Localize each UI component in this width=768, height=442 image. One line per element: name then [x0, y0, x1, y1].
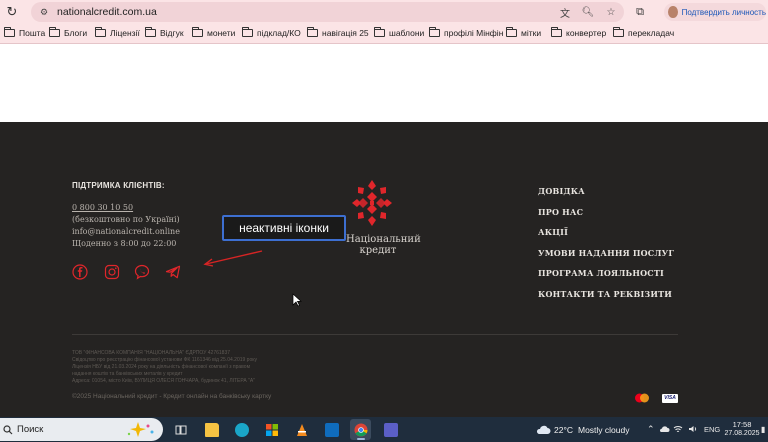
- footer-link-loyalty[interactable]: ПРОГРАМА ЛОЯЛЬНОСТІ: [538, 268, 664, 278]
- vlc-icon[interactable]: [291, 419, 312, 440]
- profile-label: Подтвердить личность: [681, 7, 766, 17]
- search-highlight-icon: [127, 422, 154, 437]
- translate-icon[interactable]: 文: [558, 5, 572, 20]
- footer-link-about[interactable]: ПРО НАС: [538, 207, 583, 217]
- chevron-up-icon[interactable]: ⌃: [647, 424, 655, 435]
- bookmark-item[interactable]: Пошта: [4, 27, 45, 38]
- legal-line: Ліцензія НБУ від 21.03.2024 року на діял…: [72, 364, 251, 370]
- folder-icon: [95, 27, 106, 37]
- wifi-icon[interactable]: [673, 424, 683, 434]
- bookmark-item[interactable]: навігація 25: [307, 27, 369, 38]
- bookmark-item[interactable]: Відгук: [145, 27, 184, 38]
- url-text[interactable]: nationalcredit.com.ua: [57, 6, 157, 18]
- footer-link-contacts[interactable]: КОНТАКТИ ТА РЕКВІЗИТИ: [538, 289, 672, 299]
- folder-icon: [49, 27, 60, 37]
- legal-line: Свідоцтво про реєстрацію фінансової уста…: [72, 357, 257, 363]
- teams-icon[interactable]: [380, 419, 401, 440]
- viber-icon[interactable]: [134, 264, 150, 280]
- facebook-icon[interactable]: [72, 264, 88, 280]
- bookmark-item[interactable]: підклад/КО: [242, 27, 301, 38]
- extensions-icon[interactable]: ⧉: [633, 5, 647, 19]
- site-info-icon[interactable]: ⚙: [37, 5, 51, 19]
- windows-taskbar: Поиск 22°C Mostly cloudy ⌃ ENG 17:58 27.…: [0, 417, 768, 442]
- bookmark-item[interactable]: профілі Мінфін: [429, 27, 503, 38]
- folder-icon: [374, 27, 385, 37]
- bookmark-star-icon[interactable]: ☆: [604, 7, 618, 18]
- support-phone-note: (безкоштовно по Україні): [72, 215, 180, 224]
- page-content-blank: [0, 45, 768, 122]
- bookmark-item[interactable]: шаблони: [374, 27, 424, 38]
- weather-description[interactable]: Mostly cloudy: [578, 425, 630, 435]
- footer-link-promotions[interactable]: АКЦІЇ: [538, 227, 568, 237]
- clock-date[interactable]: 27.08.2025: [724, 430, 760, 437]
- logo-text: Національний кредит: [346, 234, 421, 256]
- bookmark-item[interactable]: Ліцензії: [95, 27, 140, 38]
- notification-bell-icon[interactable]: ▮: [761, 425, 767, 434]
- footer-link-help[interactable]: ДОВІДКА: [538, 186, 585, 196]
- profile-button[interactable]: Подтвердить личность: [664, 3, 766, 21]
- support-email[interactable]: info@nationalcredit.online: [72, 227, 180, 236]
- telegram-icon[interactable]: [165, 264, 181, 280]
- bookmark-item[interactable]: перекладач: [613, 27, 674, 38]
- task-view-icon[interactable]: [170, 419, 191, 440]
- folder-icon: [192, 27, 203, 37]
- national-credit-logo: [352, 180, 392, 226]
- file-explorer-icon[interactable]: [201, 419, 222, 440]
- folder-icon: [4, 27, 15, 37]
- folder-icon: [551, 27, 562, 37]
- site-footer: ПІДТРИМКА КЛІЄНТІВ: 0 800 30 10 50 (безк…: [0, 122, 768, 417]
- weather-temperature[interactable]: 22°C: [554, 425, 573, 435]
- instagram-icon[interactable]: [104, 264, 120, 280]
- address-bar[interactable]: ⚙ nationalcredit.com.ua 文 🔍︎ ☆: [31, 2, 624, 22]
- bookmark-item[interactable]: монети: [192, 27, 235, 38]
- mastercard-logo: [635, 393, 649, 403]
- avatar: [668, 6, 678, 18]
- clock-time[interactable]: 17:58: [727, 420, 757, 429]
- footer-link-terms[interactable]: УМОВИ НАДАННЯ ПОСЛУГ: [538, 248, 674, 258]
- bookmark-item[interactable]: Блоги: [49, 27, 87, 38]
- chrome-icon[interactable]: [350, 419, 371, 440]
- weather-cloud-icon: [536, 425, 551, 434]
- input-language[interactable]: ENG: [704, 425, 720, 434]
- edge-icon[interactable]: [231, 419, 252, 440]
- support-title: ПІДТРИМКА КЛІЄНТІВ:: [72, 181, 165, 190]
- browser-toolbar: ↻ ⚙ nationalcredit.com.ua 文 🔍︎ ☆ ⧉ Подтв…: [0, 0, 768, 24]
- taskbar-search[interactable]: Поиск: [0, 418, 163, 441]
- legal-line: Адреса: 01054, місто Київ, ВУЛИЦЯ ОЛЕСЯ …: [72, 378, 255, 384]
- microsoft-store-icon[interactable]: [261, 419, 282, 440]
- search-icon: [3, 424, 13, 434]
- support-hours: Щоденно з 8:00 до 22:00: [72, 239, 177, 248]
- mouse-cursor-icon: [292, 293, 302, 307]
- footer-divider: [72, 334, 678, 335]
- bookmarks-bar: Пошта Блоги Ліцензії Відгук монети підкл…: [0, 24, 768, 44]
- folder-icon: [506, 27, 517, 37]
- copyright-text: ©2025 Національний кредит - Кредит онлай…: [72, 393, 272, 400]
- folder-icon: [307, 27, 318, 37]
- legal-line: надання коштів та банківських металів у …: [72, 371, 183, 377]
- folder-icon: [145, 27, 156, 37]
- bookmark-item[interactable]: конвертер: [551, 27, 606, 38]
- cloud-icon[interactable]: [658, 425, 670, 433]
- folder-icon: [242, 27, 253, 37]
- legal-line: ТОВ "ФІНАНСОВА КОМПАНІЯ "НАЦІОНАЛЬНА" ЄД…: [72, 350, 231, 356]
- annotation-arrow: [203, 250, 263, 267]
- volume-icon[interactable]: [688, 424, 698, 434]
- outlook-icon[interactable]: [321, 419, 342, 440]
- reload-icon[interactable]: ↻: [0, 0, 24, 24]
- folder-icon: [429, 27, 440, 37]
- zoom-icon[interactable]: 🔍︎: [581, 7, 595, 18]
- annotation-callout: неактивні іконки: [222, 215, 346, 241]
- bookmark-item[interactable]: мітки: [506, 27, 541, 38]
- active-app-indicator: [357, 438, 365, 440]
- support-phone-link[interactable]: 0 800 30 10 50: [72, 203, 133, 212]
- search-placeholder: Поиск: [17, 424, 44, 435]
- visa-logo: VISA: [662, 394, 678, 403]
- folder-icon: [613, 27, 624, 37]
